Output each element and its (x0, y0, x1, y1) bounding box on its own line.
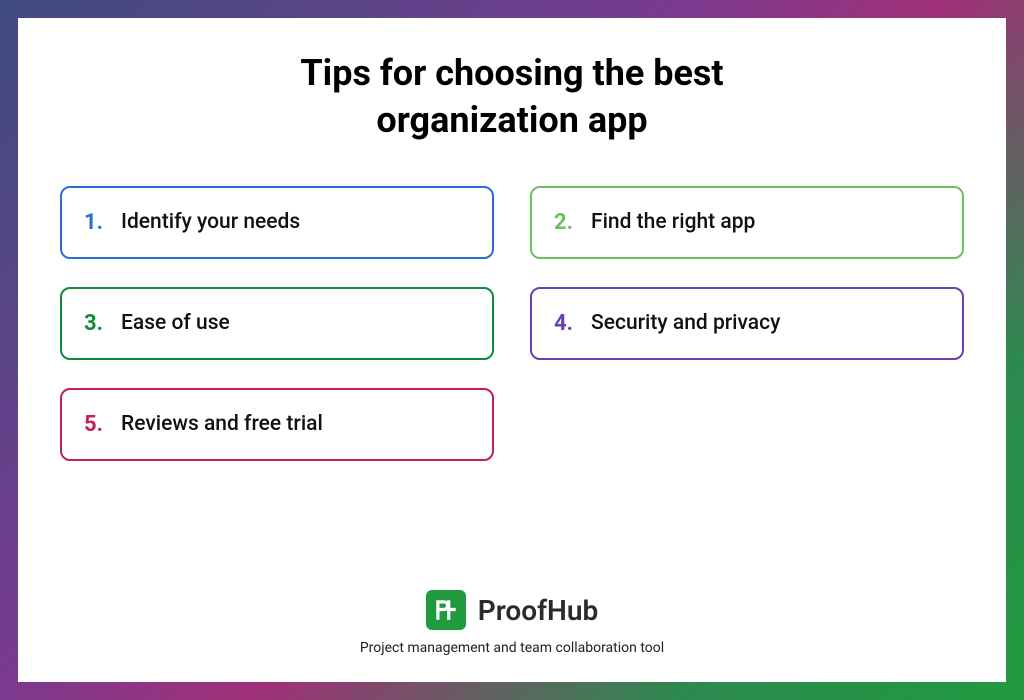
tip-card-4: 4. Security and privacy (530, 287, 964, 360)
proofhub-logo-icon (426, 590, 466, 630)
gradient-frame: Tips for choosing the best organization … (0, 0, 1024, 700)
brand: ProofHub (426, 590, 599, 630)
tip-number: 3. (84, 311, 103, 336)
tips-grid: 1. Identify your needs 2. Find the right… (60, 186, 964, 461)
footer: ProofHub Project management and team col… (60, 590, 964, 662)
tip-number: 5. (84, 412, 103, 437)
tip-text: Security and privacy (591, 311, 780, 335)
tip-card-1: 1. Identify your needs (60, 186, 494, 259)
tip-text: Identify your needs (121, 210, 300, 234)
page-title: Tips for choosing the best organization … (212, 50, 812, 144)
brand-name: ProofHub (478, 594, 599, 627)
tip-card-2: 2. Find the right app (530, 186, 964, 259)
tip-number: 1. (84, 210, 103, 235)
tip-number: 2. (554, 210, 573, 235)
tip-card-3: 3. Ease of use (60, 287, 494, 360)
tip-card-5: 5. Reviews and free trial (60, 388, 494, 461)
tip-text: Find the right app (591, 210, 755, 234)
tip-text: Reviews and free trial (121, 412, 323, 436)
content-panel: Tips for choosing the best organization … (18, 18, 1006, 682)
tip-number: 4. (554, 311, 573, 336)
tip-text: Ease of use (121, 311, 230, 335)
brand-tagline: Project management and team collaboratio… (360, 640, 664, 656)
